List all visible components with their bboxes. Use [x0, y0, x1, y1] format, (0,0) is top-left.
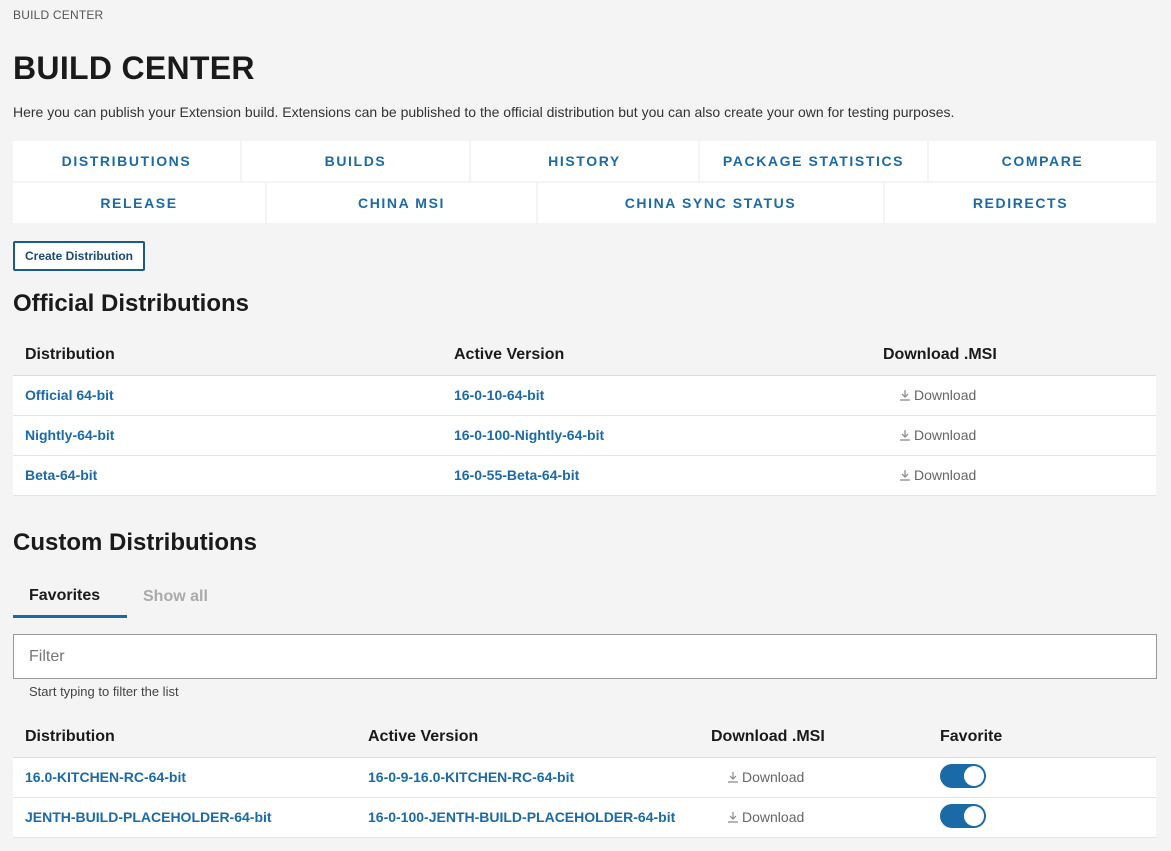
nav-tab-package-statistics[interactable]: PACKAGE STATISTICS: [700, 141, 927, 181]
download-label: Download: [742, 768, 805, 785]
table-row: Beta-64-bit 16-0-55-Beta-64-bit Download: [13, 455, 1156, 496]
nav-tab-distributions[interactable]: DISTRIBUTIONS: [13, 141, 240, 181]
distribution-link[interactable]: Official 64-bit: [25, 387, 114, 403]
page-title: BUILD CENTER: [13, 50, 255, 86]
column-header-active-version: Active Version: [356, 718, 699, 758]
download-icon: [728, 771, 738, 783]
column-header-active-version: Active Version: [442, 336, 871, 376]
download-button[interactable]: Download: [711, 809, 804, 825]
custom-distributions-table: Distribution Active Version Download .MS…: [13, 718, 1156, 838]
download-button[interactable]: Download: [883, 467, 976, 483]
download-button[interactable]: Download: [711, 769, 804, 785]
nav-tab-compare[interactable]: COMPARE: [929, 141, 1156, 181]
distribution-link[interactable]: Nightly-64-bit: [25, 427, 114, 443]
nav-tab-history[interactable]: HISTORY: [471, 141, 698, 181]
nav-tab-china-msi[interactable]: CHINA MSI: [267, 183, 536, 223]
breadcrumb[interactable]: BUILD CENTER: [13, 8, 103, 22]
nav-row-2: RELEASE CHINA MSI CHINA SYNC STATUS REDI…: [13, 183, 1156, 223]
official-distributions-title: Official Distributions: [13, 290, 250, 317]
filter-input[interactable]: [13, 634, 1157, 679]
toggle-knob: [964, 765, 984, 786]
nav-tab-builds[interactable]: BUILDS: [242, 141, 469, 181]
custom-tabs: Favorites Show all: [13, 576, 224, 618]
favorite-toggle[interactable]: [940, 763, 986, 788]
download-icon: [728, 811, 738, 823]
column-header-distribution: Distribution: [13, 718, 356, 758]
favorite-toggle[interactable]: [940, 803, 986, 828]
table-header-row: Distribution Active Version Download .MS…: [13, 718, 1156, 758]
nav-tab-china-sync-status[interactable]: CHINA SYNC STATUS: [538, 183, 883, 223]
distribution-link[interactable]: JENTH-BUILD-PLACEHOLDER-64-bit: [25, 809, 272, 825]
custom-distributions-title: Custom Distributions: [13, 529, 257, 556]
download-button[interactable]: Download: [883, 427, 976, 443]
version-link[interactable]: 16-0-10-64-bit: [454, 387, 544, 403]
table-row: 16.0-KITCHEN-RC-64-bit 16-0-9-16.0-KITCH…: [13, 757, 1156, 798]
version-link[interactable]: 16-0-9-16.0-KITCHEN-RC-64-bit: [368, 769, 574, 785]
download-label: Download: [914, 386, 977, 403]
nav-tab-redirects[interactable]: REDIRECTS: [885, 183, 1156, 223]
column-header-download-msi: Download .MSI: [871, 336, 1156, 376]
tab-favorites[interactable]: Favorites: [13, 576, 127, 618]
distribution-link[interactable]: Beta-64-bit: [25, 467, 97, 483]
download-icon: [900, 429, 910, 441]
version-link[interactable]: 16-0-55-Beta-64-bit: [454, 467, 579, 483]
official-distributions-table: Distribution Active Version Download .MS…: [13, 336, 1156, 496]
table-row: Nightly-64-bit 16-0-100-Nightly-64-bit D…: [13, 415, 1156, 456]
download-icon: [900, 469, 910, 481]
version-link[interactable]: 16-0-100-Nightly-64-bit: [454, 427, 604, 443]
tab-show-all[interactable]: Show all: [127, 576, 224, 618]
download-button[interactable]: Download: [883, 387, 976, 403]
nav-tab-release[interactable]: RELEASE: [13, 183, 265, 223]
column-header-favorite: Favorite: [928, 718, 1156, 758]
table-row: Official 64-bit 16-0-10-64-bit Download: [13, 375, 1156, 416]
toggle-knob: [964, 805, 984, 826]
download-label: Download: [914, 426, 977, 443]
table-header-row: Distribution Active Version Download .MS…: [13, 336, 1156, 376]
download-icon: [900, 389, 910, 401]
filter-help-text: Start typing to filter the list: [29, 684, 179, 699]
distribution-link[interactable]: 16.0-KITCHEN-RC-64-bit: [25, 769, 186, 785]
download-label: Download: [742, 808, 805, 825]
version-link[interactable]: 16-0-100-JENTH-BUILD-PLACEHOLDER-64-bit: [368, 809, 675, 825]
table-row: JENTH-BUILD-PLACEHOLDER-64-bit 16-0-100-…: [13, 797, 1156, 838]
create-distribution-button[interactable]: Create Distribution: [13, 241, 145, 271]
nav-row-1: DISTRIBUTIONS BUILDS HISTORY PACKAGE STA…: [13, 141, 1156, 181]
intro-text: Here you can publish your Extension buil…: [13, 104, 955, 120]
column-header-download-msi: Download .MSI: [699, 718, 928, 758]
column-header-distribution: Distribution: [13, 336, 442, 376]
download-label: Download: [914, 466, 977, 483]
